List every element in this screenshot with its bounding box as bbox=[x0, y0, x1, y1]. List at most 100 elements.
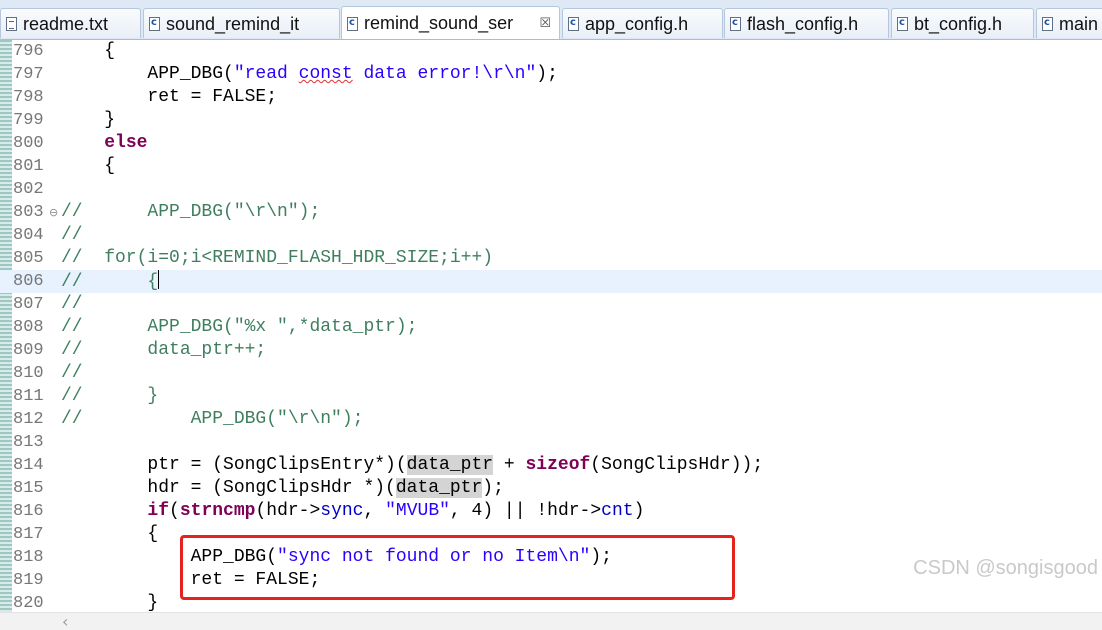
line-number: 818 bbox=[13, 548, 44, 567]
tab-readme-txt[interactable]: readme.txt bbox=[0, 8, 141, 38]
highlight-annotation-box bbox=[180, 535, 735, 600]
code-line[interactable]: 816 if(strncmp(hdr->sync, "MVUB", 4) || … bbox=[0, 500, 1102, 523]
code-token: // } bbox=[61, 386, 159, 406]
code-text: // APP_DBG("%x ",*data_ptr); bbox=[61, 316, 417, 339]
c-file-icon bbox=[730, 16, 741, 31]
line-number: 799 bbox=[13, 111, 44, 130]
code-token: ); bbox=[482, 478, 504, 498]
c-file-icon bbox=[568, 16, 579, 31]
tab-label: bt_config.h bbox=[914, 14, 1003, 34]
line-number: 814 bbox=[13, 456, 44, 475]
code-token: ); bbox=[536, 64, 558, 84]
code-token: { bbox=[61, 156, 116, 176]
code-token: data error!\r\n" bbox=[352, 64, 537, 84]
code-line[interactable]: 808 // APP_DBG("%x ",*data_ptr); bbox=[0, 316, 1102, 339]
code-text: ret = FALSE; bbox=[61, 86, 277, 109]
code-line[interactable]: 805 // for(i=0;i<REMIND_FLASH_HDR_SIZE;i+… bbox=[0, 247, 1102, 270]
line-number: 806 bbox=[13, 272, 44, 291]
code-text: { bbox=[61, 155, 115, 178]
code-text: // bbox=[61, 362, 83, 385]
code-text: // APP_DBG("\r\n"); bbox=[61, 201, 320, 224]
code-line[interactable]: 801 { bbox=[0, 155, 1102, 178]
code-token: strncmp bbox=[179, 501, 256, 521]
horizontal-scrollbar[interactable]: ‹ bbox=[0, 612, 1102, 630]
code-token: } bbox=[61, 593, 159, 613]
text-file-icon bbox=[6, 17, 17, 31]
line-number: 800 bbox=[13, 134, 44, 153]
code-line[interactable]: 807 // bbox=[0, 293, 1102, 316]
tab-flash-config-h[interactable]: flash_config.h bbox=[724, 8, 889, 38]
code-editor[interactable]: 796 {797 APP_DBG("read const data error!… bbox=[0, 40, 1102, 630]
code-line[interactable]: 812 // APP_DBG("\r\n"); bbox=[0, 408, 1102, 431]
code-token: // { bbox=[61, 272, 159, 292]
code-line[interactable]: 815 hdr = (SongClipsHdr *)(data_ptr); bbox=[0, 477, 1102, 500]
line-number: 813 bbox=[13, 433, 44, 452]
line-number: 812 bbox=[13, 410, 44, 429]
code-line[interactable]: 796 { bbox=[0, 40, 1102, 63]
scroll-left-icon[interactable]: ‹ bbox=[62, 613, 68, 630]
code-line[interactable]: 799 } bbox=[0, 109, 1102, 132]
c-file-icon bbox=[1042, 16, 1053, 31]
code-line[interactable]: 813 bbox=[0, 431, 1102, 454]
c-file-icon bbox=[347, 16, 358, 31]
code-line[interactable]: 811 // } bbox=[0, 385, 1102, 408]
line-number: 809 bbox=[13, 341, 44, 360]
code-token: ( bbox=[169, 501, 180, 521]
tab-sound-remind-it[interactable]: sound_remind_it bbox=[143, 8, 340, 38]
tab-label: main bbox=[1059, 14, 1099, 34]
code-line[interactable]: 802 bbox=[0, 178, 1102, 201]
code-token: sizeof bbox=[525, 455, 591, 475]
code-text: ptr = (SongClipsEntry*)(data_ptr + sizeo… bbox=[61, 454, 763, 477]
editor-tab-bar: readme.txt sound_remind_it remind_sound_se… bbox=[0, 0, 1102, 40]
code-text: // data_ptr++; bbox=[61, 339, 266, 362]
close-tab-icon[interactable]: ☒ bbox=[539, 7, 551, 39]
code-line[interactable]: 803 ⊖// APP_DBG("\r\n"); bbox=[0, 201, 1102, 224]
tab-remind-sound-ser[interactable]: remind_sound_ser ☒ bbox=[341, 6, 560, 39]
code-token: // bbox=[61, 294, 83, 314]
code-token: "MVUB" bbox=[385, 501, 450, 521]
code-text: // { bbox=[61, 270, 160, 294]
code-line[interactable]: 810 // bbox=[0, 362, 1102, 385]
line-number: 816 bbox=[13, 502, 44, 521]
fold-toggle-icon[interactable]: ⊖ bbox=[49, 201, 58, 224]
line-number: 807 bbox=[13, 295, 44, 314]
tab-app-config-h[interactable]: app_config.h bbox=[562, 8, 723, 38]
code-token: APP_DBG( bbox=[61, 64, 234, 84]
tab-main[interactable]: main bbox=[1036, 8, 1102, 38]
code-token: hdr = (SongClipsHdr *)( bbox=[61, 478, 396, 498]
code-token: // APP_DBG("\r\n"); bbox=[61, 202, 321, 222]
code-token: (hdr-> bbox=[255, 501, 321, 521]
code-token: "read bbox=[233, 64, 299, 84]
c-file-icon bbox=[149, 16, 160, 31]
line-number: 808 bbox=[13, 318, 44, 337]
line-number: 805 bbox=[13, 249, 44, 268]
text-cursor bbox=[158, 270, 160, 289]
code-line[interactable]: 797 APP_DBG("read const data error!\r\n"… bbox=[0, 63, 1102, 86]
code-token: ptr = (SongClipsEntry*)( bbox=[61, 455, 407, 475]
tab-label: remind_sound_ser bbox=[364, 13, 514, 33]
watermark: CSDN @songisgood bbox=[913, 557, 1098, 579]
c-file-icon bbox=[897, 16, 908, 31]
code-line[interactable]: 804 // bbox=[0, 224, 1102, 247]
line-number: 819 bbox=[13, 571, 44, 590]
code-token: { bbox=[61, 524, 159, 544]
code-text: if(strncmp(hdr->sync, "MVUB", 4) || !hdr… bbox=[61, 500, 644, 523]
code-line[interactable]: 809 // data_ptr++; bbox=[0, 339, 1102, 362]
code-token: // APP_DBG("%x ",*data_ptr); bbox=[61, 317, 418, 337]
code-line[interactable]: 806 // { bbox=[0, 270, 1102, 293]
code-token: ret = FALSE; bbox=[61, 87, 278, 107]
tab-bt-config-h[interactable]: bt_config.h bbox=[891, 8, 1034, 38]
code-token: ) bbox=[633, 501, 645, 521]
line-number: 815 bbox=[13, 479, 44, 498]
code-token: (SongClipsHdr)); bbox=[590, 455, 764, 475]
code-line[interactable]: 798 ret = FALSE; bbox=[0, 86, 1102, 109]
code-line[interactable]: 814 ptr = (SongClipsEntry*)(data_ptr + s… bbox=[0, 454, 1102, 477]
line-number: 802 bbox=[13, 180, 44, 199]
code-token: data_ptr bbox=[395, 478, 483, 498]
code-line[interactable]: 800 else bbox=[0, 132, 1102, 155]
code-token: + bbox=[493, 455, 526, 475]
tab-label: sound_remind_it bbox=[166, 14, 300, 34]
code-token: else bbox=[104, 133, 148, 153]
